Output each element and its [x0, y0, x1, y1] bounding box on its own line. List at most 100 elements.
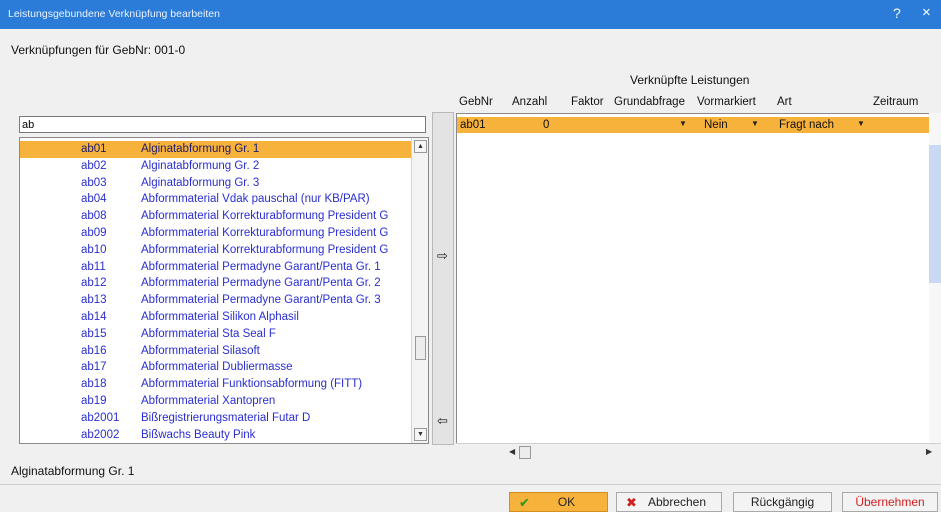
list-item-description: Bißregistrierungsmaterial Futar D [141, 411, 311, 424]
list-item-description: Abformmaterial Silikon Alphasil [141, 311, 299, 323]
status-text: Alginatabformung Gr. 1 [11, 464, 135, 478]
cell-art[interactable]: Fragt nach [779, 119, 834, 131]
list-item-code: ab01 [81, 143, 107, 155]
title-bar: Leistungsgebundene Verknüpfung bearbeite… [0, 0, 941, 29]
list-item[interactable]: ab18 Abformmaterial Funktionsabformung (F… [20, 376, 411, 393]
list-item-description: Alginatabformung Gr. 1 [141, 143, 260, 155]
linked-services-grid[interactable]: ab01 0 ▼ Nein ▼ Fragt nach ▼ ▼ [456, 113, 941, 444]
list-item-code: ab08 [81, 210, 107, 223]
list-item-code: ab11 [81, 260, 106, 273]
list-item-description: Abformmaterial Korrekturabformung Presid… [141, 243, 389, 256]
add-arrow-icon[interactable]: ⇨ [437, 248, 448, 264]
col-faktor: Faktor [571, 96, 604, 108]
list-item[interactable]: ab13 Abformmaterial Permadyne Garant/Pent… [20, 292, 411, 309]
cross-icon: ✖ [626, 495, 637, 510]
list-item[interactable]: ab10 Abformmaterial Korrekturabformung Pr… [20, 242, 411, 259]
transfer-bar: ⇨ ⇦ [432, 112, 454, 445]
list-item-description: Abformmaterial Xantopren [141, 395, 276, 407]
list-item-description: Abformmaterial Korrekturabformung Presid… [141, 210, 389, 223]
apply-button[interactable]: Übernehmen [842, 492, 938, 512]
close-button[interactable]: × [922, 4, 931, 21]
scroll-up-icon[interactable]: ▲ [414, 140, 427, 153]
col-zeitraum: Zeitraum [873, 96, 919, 108]
list-item-code: ab10 [81, 243, 107, 256]
col-gebnr: GebNr [459, 96, 493, 108]
list-item-description: Abformmaterial Korrekturabformung Presid… [141, 227, 389, 239]
list-item-code: ab2001 [81, 411, 120, 424]
list-item-code: ab16 [81, 344, 107, 357]
col-vormarkiert: Vormarkiert [697, 96, 756, 108]
scroll-thumb[interactable] [519, 446, 531, 459]
grid-horizontal-scrollbar[interactable]: ◀ ▶ [456, 443, 941, 461]
scroll-right-icon[interactable]: ▶ [926, 447, 932, 456]
list-item-code: ab2002 [81, 428, 120, 441]
grid-side-marker [929, 145, 941, 283]
cell-anzahl[interactable]: 0 [543, 119, 549, 131]
col-art: Art [777, 96, 792, 108]
table-row[interactable]: ab01 0 ▼ Nein ▼ Fragt nach ▼ ▼ [457, 117, 941, 133]
search-input[interactable] [20, 117, 422, 132]
service-list[interactable]: ab01 Alginatabformung Gr. 1 ab02 Alginatabf… [19, 137, 429, 444]
list-item-code: ab03 [81, 176, 107, 189]
list-item-description: Abformmaterial Permadyne Garant/Penta Gr… [141, 260, 381, 273]
list-item[interactable]: ab08 Abformmaterial Korrekturabformung Pr… [20, 208, 411, 225]
help-button[interactable]: ? [893, 5, 901, 21]
list-item[interactable]: ab2002 Bißwachs Beauty Pink [20, 427, 411, 443]
col-grundabfrage: Grundabfrage [614, 96, 685, 108]
cell-vormarkiert[interactable]: Nein [704, 119, 728, 131]
cancel-button[interactable]: ✖ Abbrechen [616, 492, 722, 512]
list-item[interactable]: ab12 Abformmaterial Permadyne Garant/Pent… [20, 275, 411, 292]
list-item-description: Alginatabformung Gr. 3 [141, 176, 260, 189]
col-anzahl: Anzahl [512, 96, 548, 108]
search-field[interactable] [19, 116, 426, 133]
list-item[interactable]: ab17 Abformmaterial Dubliermasse [20, 359, 411, 376]
remove-arrow-icon[interactable]: ⇦ [437, 413, 448, 429]
list-item-description: Abformmaterial Permadyne Garant/Penta Gr… [141, 294, 381, 307]
list-item-description: Abformmaterial Sta Seal F [141, 327, 276, 340]
list-item-code: ab13 [81, 294, 107, 307]
ok-button[interactable]: ✔ OK [509, 492, 608, 512]
list-item-code: ab15 [81, 327, 107, 340]
vormarkiert-dropdown-icon[interactable]: ▼ [751, 119, 759, 128]
list-item-code: ab14 [81, 311, 107, 323]
check-icon: ✔ [519, 495, 530, 510]
list-scrollbar[interactable]: ▲ ▼ [411, 138, 428, 443]
divider [0, 484, 941, 485]
window-title: Leistungsgebundene Verknüpfung bearbeite… [8, 8, 220, 20]
art-dropdown-icon[interactable]: ▼ [857, 119, 865, 128]
scroll-thumb[interactable] [415, 336, 426, 360]
list-item-description: Alginatabformung Gr. 2 [141, 159, 260, 172]
list-item-description: Abformmaterial Funktionsabformung (FITT) [141, 378, 363, 391]
list-item[interactable]: ab15 Abformmaterial Sta Seal F [20, 326, 411, 343]
scroll-down-icon[interactable]: ▼ [414, 428, 427, 441]
list-item[interactable]: ab09 Abformmaterial Korrekturabformung Pr… [20, 225, 411, 242]
scroll-left-icon[interactable]: ◀ [509, 447, 515, 456]
list-item[interactable]: ab14 Abformmaterial Silikon Alphasil [20, 309, 411, 326]
list-item-code: ab04 [81, 193, 107, 206]
list-item[interactable]: ab2001 Bißregistrierungsmaterial Futar D [20, 410, 411, 427]
list-item[interactable]: ab02 Alginatabformung Gr. 2 [20, 158, 411, 175]
grid-title: Verknüpfte Leistungen [630, 73, 750, 87]
list-item[interactable]: ab19 Abformmaterial Xantopren [20, 393, 411, 410]
list-item-description: Bißwachs Beauty Pink [141, 428, 256, 441]
grundabfrage-dropdown-icon[interactable]: ▼ [679, 119, 687, 128]
list-item-code: ab02 [81, 159, 107, 172]
list-item[interactable]: ab16 Abformmaterial Silasoft [20, 343, 411, 360]
grid-right-edge [929, 113, 941, 443]
list-item[interactable]: ab03 Alginatabformung Gr. 3 [20, 175, 411, 192]
list-item[interactable]: ab11 Abformmaterial Permadyne Garant/Pent… [20, 259, 411, 276]
list-item[interactable]: ab01 Alginatabformung Gr. 1 [20, 141, 411, 158]
list-item-code: ab18 [81, 378, 107, 391]
list-item-description: Abformmaterial Dubliermasse [141, 361, 293, 374]
list-item-code: ab19 [81, 395, 107, 407]
cell-gebnr[interactable]: ab01 [460, 119, 486, 131]
list-item-description: Abformmaterial Silasoft [141, 344, 260, 357]
list-item[interactable]: ab04 Abformmaterial Vdak pauschal (nur KB… [20, 191, 411, 208]
list-item-description: Abformmaterial Permadyne Garant/Penta Gr… [141, 277, 381, 290]
links-heading: Verknüpfungen für GebNr: 001-0 [11, 43, 186, 57]
list-item-code: ab09 [81, 227, 107, 239]
list-item-code: ab12 [81, 277, 107, 290]
list-item-code: ab17 [81, 361, 107, 374]
list-item-description: Abformmaterial Vdak pauschal (nur KB/PAR… [141, 193, 370, 206]
undo-button[interactable]: Rückgängig [733, 492, 832, 512]
